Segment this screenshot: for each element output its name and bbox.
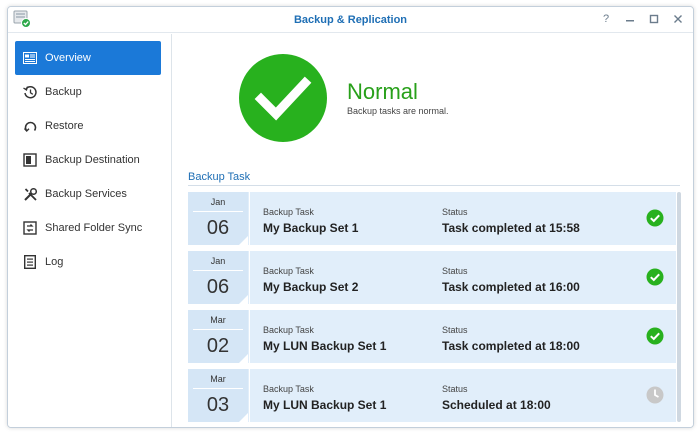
task-name: My Backup Set 1 [263,221,359,235]
main-content: Normal Backup tasks are normal. Backup T… [173,34,693,427]
sidebar-item-label: Backup Services [45,188,127,200]
task-row[interactable]: Jan 06 Backup Task My Backup Set 2 Statu… [188,251,676,304]
backup-destination-icon [22,152,38,168]
tools-icon [22,186,38,202]
log-icon [22,254,38,270]
task-label: Backup Task [263,207,314,217]
task-name: My LUN Backup Set 1 [263,398,387,412]
sidebar-item-overview[interactable]: Overview [15,41,161,75]
date-month: Jan [210,256,226,266]
task-list: Jan 06 Backup Task My Backup Set 1 Statu… [188,192,680,427]
task-row[interactable]: Mar 02 Backup Task My LUN Backup Set 1 S… [188,310,676,363]
sidebar-item-label: Shared Folder Sync [45,222,143,234]
task-label: Backup Task [263,325,314,335]
status-text: Scheduled at 18:00 [442,398,551,412]
status-text: Task completed at 18:00 [442,339,580,353]
status-label: Status [442,207,468,217]
status-label: Status [442,325,468,335]
date-month: Mar [210,374,226,384]
folder-sync-icon [22,220,38,236]
section-divider [188,185,680,186]
date-badge: Mar 02 [188,310,248,363]
success-check-icon [646,268,664,286]
task-label: Backup Task [263,266,314,276]
task-row[interactable]: Jan 06 Backup Task My Backup Set 1 Statu… [188,192,676,245]
sidebar-item-label: Overview [45,52,91,64]
date-month: Jan [210,197,226,207]
date-badge: Jan 06 [188,192,248,245]
title-bar[interactable]: Backup & Replication ? [8,7,693,33]
date-badge: Jan 06 [188,251,248,304]
sidebar-item-restore[interactable]: Restore [15,109,161,143]
date-month: Mar [210,315,226,325]
task-list-scrollbar[interactable] [677,192,681,422]
window-title: Backup & Replication [293,14,408,26]
status-text: Task completed at 16:00 [442,280,580,294]
maximize-icon[interactable] [647,12,661,26]
task-name: My LUN Backup Set 1 [263,339,387,353]
sidebar-item-label: Backup Destination [45,154,140,166]
sidebar-item-label: Backup [45,86,82,98]
sidebar-item-backup[interactable]: Backup [15,75,161,109]
sidebar-item-shared-folder-sync[interactable]: Shared Folder Sync [15,211,161,245]
sidebar-item-label: Log [45,256,64,268]
status-text: Task completed at 15:58 [442,221,580,235]
date-badge: Mar 03 [188,369,248,422]
sidebar-item-log[interactable]: Log [15,245,161,279]
backup-clock-icon [22,84,38,100]
section-title: Backup Task [188,171,251,183]
success-check-icon [646,209,664,227]
status-check-icon [239,54,327,142]
sidebar-item-label: Restore [45,120,84,132]
status-title: Normal [347,79,418,104]
task-row[interactable]: Mar 03 Backup Task My LUN Backup Set 1 S… [188,369,676,422]
sidebar-item-backup-destination[interactable]: Backup Destination [15,143,161,177]
sidebar-item-backup-services[interactable]: Backup Services [15,177,161,211]
success-check-icon [646,327,664,345]
sidebar: Overview Backup Restore Backup Destinati… [8,34,172,427]
minimize-icon[interactable] [623,12,637,26]
scheduled-clock-icon [646,386,664,404]
status-label: Status [442,384,468,394]
restore-icon [22,118,38,134]
status-description: Backup tasks are normal. [347,106,449,116]
task-name: My Backup Set 2 [263,280,359,294]
close-icon[interactable] [671,12,685,26]
app-window: Backup & Replication ? Overview Backup R… [7,6,694,428]
help-icon[interactable]: ? [599,12,613,26]
task-label: Backup Task [263,384,314,394]
status-label: Status [442,266,468,276]
overview-icon [22,50,38,66]
